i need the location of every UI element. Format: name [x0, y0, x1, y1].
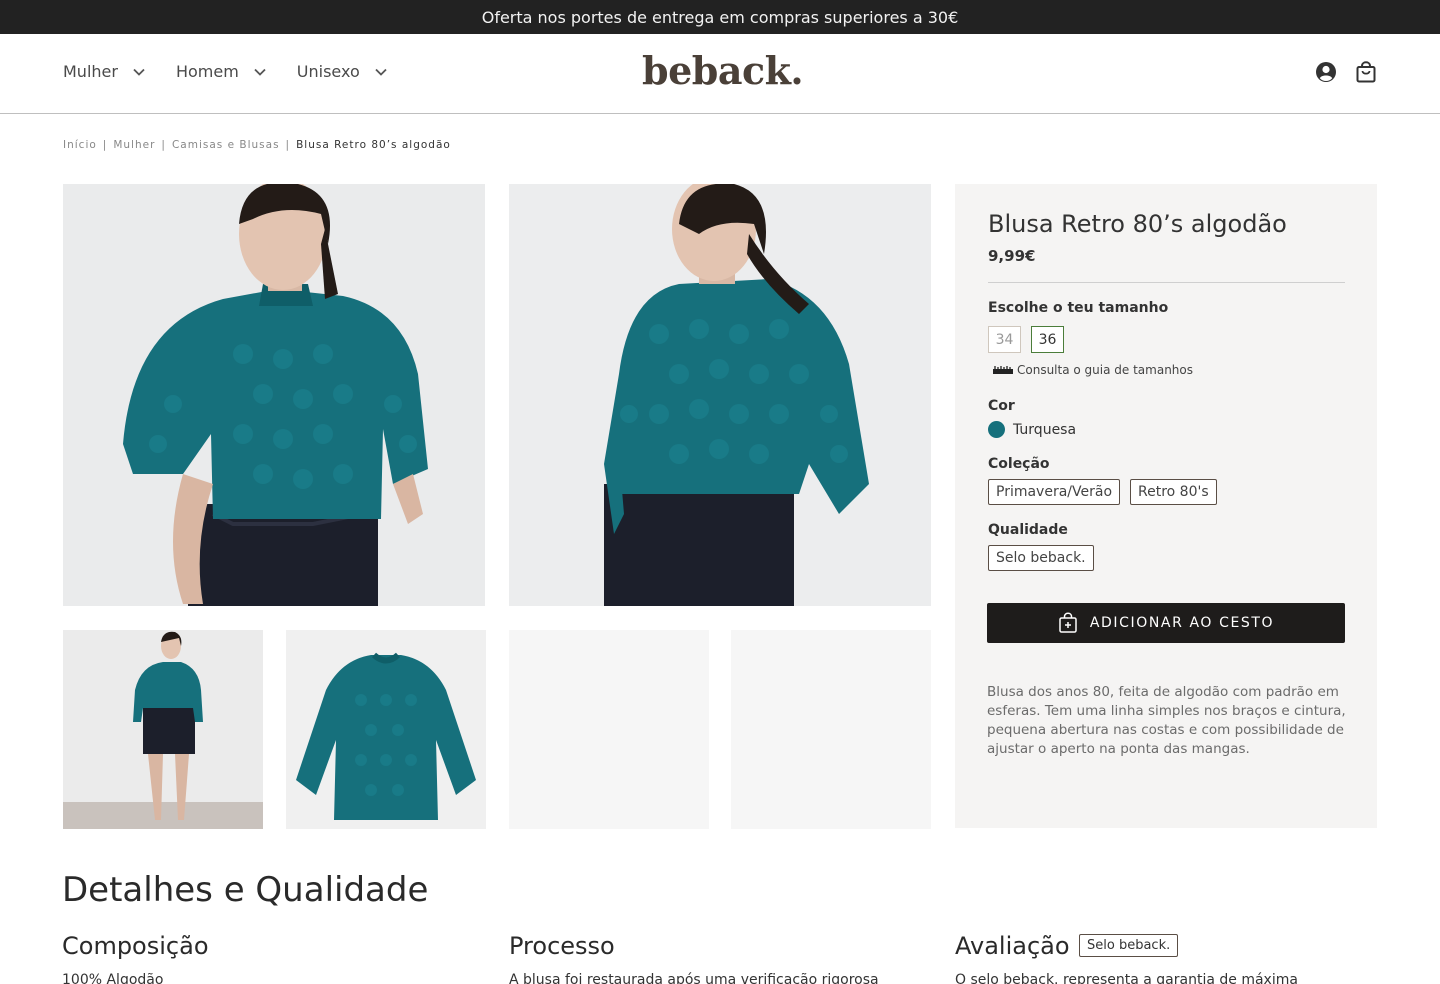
process-heading: Processo [509, 932, 615, 960]
composition-heading: Composição [62, 932, 209, 960]
add-to-cart-label: ADICIONAR AO CESTO [1089, 615, 1275, 631]
breadcrumb: Início | Mulher | Camisas e Blusas | Blu… [63, 139, 451, 151]
chevron-down-icon [375, 68, 387, 76]
quality-tag[interactable]: Selo beback. [988, 545, 1094, 571]
product-thumbnail-empty[interactable] [509, 630, 709, 829]
composition-text: 100% Algodão [62, 972, 164, 984]
evaluation-tag[interactable]: Selo beback. [1079, 934, 1179, 957]
size-label: Escolhe o teu tamanho [988, 300, 1169, 316]
announcement-text: Oferta nos portes de entrega em compras … [481, 7, 959, 27]
nav-item-label: Homem [175, 62, 239, 81]
breadcrumb-current: Blusa Retro 80’s algodão [296, 139, 451, 151]
product-title: Blusa Retro 80’s algodão [988, 210, 1287, 238]
nav-item-label: Mulher [63, 62, 118, 81]
product-thumbnail-empty[interactable] [731, 630, 931, 829]
size-option-36[interactable]: 36 [1031, 326, 1064, 353]
product-price: 9,99€ [988, 247, 1036, 265]
breadcrumb-link[interactable]: Início [63, 139, 97, 151]
quality-label: Qualidade [988, 522, 1068, 538]
site-header: Mulher Homem Unisexo beback. [0, 34, 1440, 114]
evaluation-text: O selo beback. representa a garantia de … [955, 972, 1298, 984]
product-image-back[interactable] [509, 184, 931, 606]
color-swatch [988, 421, 1005, 438]
bag-add-icon [1059, 612, 1077, 633]
announcement-bar: Oferta nos portes de entrega em compras … [0, 0, 1440, 34]
breadcrumb-separator: | [285, 139, 291, 151]
breadcrumb-separator: | [161, 139, 166, 151]
nav-item-homem[interactable]: Homem [176, 62, 267, 81]
color-option[interactable]: Turquesa [988, 421, 1076, 438]
collection-tag[interactable]: Retro 80's [1130, 479, 1217, 505]
product-description: Blusa dos anos 80, feita de algodão com … [987, 684, 1346, 757]
bag-icon[interactable] [1355, 61, 1377, 83]
size-option-34[interactable]: 34 [988, 326, 1021, 353]
breadcrumb-link[interactable]: Mulher [113, 139, 155, 151]
evaluation-heading: Avaliação [955, 932, 1070, 960]
ruler-icon [993, 366, 1013, 374]
size-selector: 34 36 [988, 326, 1064, 353]
nav-item-label: Unisexo [296, 62, 360, 81]
size-guide-link[interactable]: Consulta o guia de tamanhos [993, 363, 1193, 377]
site-logo[interactable]: beback. [642, 48, 804, 93]
chevron-down-icon [254, 68, 266, 76]
collection-label: Coleção [988, 456, 1050, 472]
main-nav: Mulher Homem Unisexo [63, 62, 388, 81]
product-thumbnail-flat[interactable] [286, 630, 486, 829]
nav-item-mulher[interactable]: Mulher [63, 62, 146, 81]
product-info-panel: Blusa Retro 80’s algodão 9,99€ Escolhe o… [955, 184, 1377, 828]
collection-tag[interactable]: Primavera/Verão [988, 479, 1121, 505]
add-to-cart-button[interactable]: ADICIONAR AO CESTO [987, 603, 1345, 643]
details-heading: Detalhes e Qualidade [62, 870, 429, 910]
header-actions [1315, 61, 1377, 83]
product-image-front[interactable] [63, 184, 485, 606]
color-label: Cor [988, 398, 1015, 414]
product-thumbnail-full[interactable] [63, 630, 263, 829]
nav-item-unisexo[interactable]: Unisexo [297, 62, 388, 81]
size-guide-label: Consulta o guia de tamanhos [1017, 363, 1193, 377]
divider [988, 282, 1345, 283]
process-text: A blusa foi restaurada após uma verifica… [509, 972, 879, 984]
color-name: Turquesa [1013, 421, 1077, 438]
collection-tags: Primavera/Verão Retro 80's [988, 479, 1217, 505]
quality-tags: Selo beback. [988, 545, 1094, 571]
breadcrumb-link[interactable]: Camisas e Blusas [172, 139, 280, 151]
account-icon[interactable] [1315, 61, 1337, 83]
breadcrumb-separator: | [102, 139, 108, 151]
chevron-down-icon [133, 68, 145, 76]
